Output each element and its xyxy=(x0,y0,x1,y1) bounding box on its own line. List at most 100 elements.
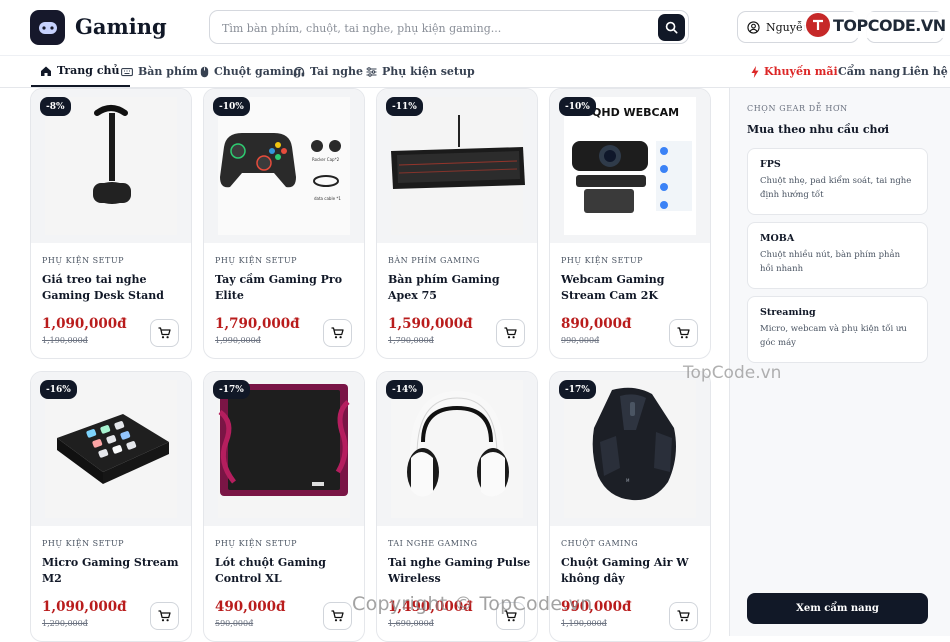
header: Gaming Nguyễn TOPCODE.VN xyxy=(0,0,950,56)
cart-icon xyxy=(504,327,517,339)
add-to-cart-button[interactable] xyxy=(150,602,179,630)
svg-text:M: M xyxy=(626,478,630,483)
discount-badge: -10% xyxy=(213,97,250,116)
product-category: PHỤ KIỆN SETUP xyxy=(561,256,643,265)
search-bar xyxy=(209,10,689,44)
nav-guide-label: Cẩm nang xyxy=(838,65,901,78)
product-price: 1,090,000đ xyxy=(42,316,127,332)
product-card[interactable]: -16% PHỤ KIỆN SETUP Micro Gaming Stream … xyxy=(30,371,192,642)
product-category: PHỤ KIỆN SETUP xyxy=(215,539,297,548)
product-title[interactable]: Tai nghe Gaming Pulse Wireless xyxy=(388,555,533,587)
product-price: 1,790,000đ xyxy=(215,316,300,332)
product-title[interactable]: Lót chuột Gaming Control XL xyxy=(215,555,360,587)
product-old-price: 990,000đ xyxy=(561,336,600,345)
playstyle-card-title: Streaming xyxy=(760,307,816,318)
playstyle-card-desc: Chuột nhẹ, pad kiểm soát, tai nghe định … xyxy=(760,176,912,200)
add-to-cart-button[interactable] xyxy=(323,602,352,630)
cart-icon xyxy=(158,327,171,339)
playstyle-card-desc: Micro, webcam và phụ kiện tối ưu góc máy xyxy=(760,324,907,348)
product-title[interactable]: Giá treo tai nghe Gaming Desk Stand xyxy=(42,272,187,304)
sliders-icon xyxy=(366,66,377,77)
playstyle-card-streaming[interactable]: Streaming Micro, webcam và phụ kiện tối … xyxy=(747,296,928,363)
gamepad-icon xyxy=(38,21,57,34)
product-category: PHỤ KIỆN SETUP xyxy=(215,256,297,265)
product-old-price: 1,990,000đ xyxy=(215,336,261,345)
cart-icon xyxy=(331,610,344,622)
product-price: 490,000đ xyxy=(215,599,286,615)
category-nav: Trang chủ Bàn phím Chuột gaming Tai nghe… xyxy=(0,56,950,88)
discount-badge: -17% xyxy=(213,380,250,399)
product-category: BÀN PHÍM GAMING xyxy=(388,256,480,265)
product-card[interactable]: -17% PHỤ KIỆN SETUP Lót chuột Gaming Con… xyxy=(203,371,365,642)
product-title[interactable]: Micro Gaming Stream M2 xyxy=(42,555,187,587)
playstyle-card-moba[interactable]: MOBA Chuột nhiều nút, bàn phím phản hồi … xyxy=(747,222,928,289)
add-to-cart-button[interactable] xyxy=(496,319,525,347)
search-input[interactable] xyxy=(222,18,642,38)
sidebar-title: Mua theo nhu cầu chơi xyxy=(747,123,890,136)
product-category: CHUỘT GAMING xyxy=(561,539,639,548)
product-old-price: 1,190,000đ xyxy=(42,336,88,345)
nav-keyboard-label: Bàn phím xyxy=(138,65,198,78)
discount-badge: -17% xyxy=(559,380,596,399)
view-guide-button[interactable]: Xem cẩm nang xyxy=(747,593,928,624)
search-button[interactable] xyxy=(658,14,685,41)
nav-promotion[interactable]: Khuyến mãi xyxy=(751,56,838,87)
watermark-mid: TopCode.vn xyxy=(683,363,782,383)
nav-headphones[interactable]: Tai nghe xyxy=(293,56,363,87)
cart-icon xyxy=(677,610,690,622)
playstyle-card-desc: Chuột nhiều nút, bàn phím phản hồi nhanh xyxy=(760,250,901,274)
product-card[interactable]: -11% BÀN PHÍM GAMING Bàn phím Gaming Ape… xyxy=(376,88,538,359)
discount-badge: -10% xyxy=(559,97,596,116)
brand-logo[interactable] xyxy=(30,10,65,45)
product-title[interactable]: Webcam Gaming Stream Cam 2K xyxy=(561,272,706,304)
nav-home-label: Trang chủ xyxy=(57,64,120,77)
headphones-icon xyxy=(293,66,305,77)
nav-home[interactable]: Trang chủ xyxy=(31,56,130,87)
gamepad-image-label-2: data cable *1 xyxy=(314,196,341,201)
add-to-cart-button[interactable] xyxy=(150,319,179,347)
playstyle-card-title: FPS xyxy=(760,159,781,170)
watermark-top-text: TOPCODE.VN xyxy=(833,15,946,35)
cart-icon xyxy=(677,327,690,339)
product-card[interactable]: Rocker Cap*2 data cable *1 -10% PHỤ KIỆN… xyxy=(203,88,365,359)
sidebar: CHỌN GEAR DỄ HƠN Mua theo nhu cầu chơi F… xyxy=(729,88,950,636)
add-to-cart-button[interactable] xyxy=(669,319,698,347)
nav-mouse-label: Chuột gaming xyxy=(214,65,302,78)
nav-contact[interactable]: Liên hệ xyxy=(902,56,948,87)
search-icon xyxy=(665,21,678,34)
nav-headphones-label: Tai nghe xyxy=(310,65,363,78)
product-old-price: 1,290,000đ xyxy=(42,619,88,628)
nav-setup[interactable]: Phụ kiện setup xyxy=(366,56,475,87)
nav-keyboard[interactable]: Bàn phím xyxy=(121,56,198,87)
cart-icon xyxy=(331,327,344,339)
watermark-copyright: Copyright © TopCode.vn xyxy=(352,593,593,615)
watermark-logo: TOPCODE.VN xyxy=(803,12,949,38)
product-card[interactable]: -8% PHỤ KIỆN SETUP Giá treo tai nghe Gam… xyxy=(30,88,192,359)
product-title[interactable]: Chuột Gaming Air W không dây xyxy=(561,555,706,587)
keyboard-icon xyxy=(121,67,133,76)
playstyle-card-fps[interactable]: FPS Chuột nhẹ, pad kiểm soát, tai nghe đ… xyxy=(747,148,928,215)
product-price: 1,090,000đ xyxy=(42,599,127,615)
product-category: PHỤ KIỆN SETUP xyxy=(42,539,124,548)
product-old-price: 590,000đ xyxy=(215,619,254,628)
nav-setup-label: Phụ kiện setup xyxy=(382,65,475,78)
playstyle-card-title: MOBA xyxy=(760,233,795,244)
discount-badge: -16% xyxy=(40,380,77,399)
gamepad-image-label-1: Rocker Cap*2 xyxy=(312,157,340,162)
nav-guide[interactable]: Cẩm nang xyxy=(838,56,900,87)
discount-badge: -11% xyxy=(386,97,423,116)
sidebar-eyebrow: CHỌN GEAR DỄ HƠN xyxy=(747,104,848,113)
discount-badge: -8% xyxy=(40,97,71,116)
add-to-cart-button[interactable] xyxy=(323,319,352,347)
brand-name[interactable]: Gaming xyxy=(75,14,167,39)
product-price: 890,000đ xyxy=(561,316,632,332)
cart-icon xyxy=(158,610,171,622)
nav-mouse[interactable]: Chuột gaming xyxy=(200,56,301,87)
product-category: PHỤ KIỆN SETUP xyxy=(42,256,124,265)
product-card[interactable]: 2K QHD WEBCAM -10% PHỤ KIỆN SETUP Webcam… xyxy=(549,88,711,359)
product-title[interactable]: Bàn phím Gaming Apex 75 xyxy=(388,272,533,304)
add-to-cart-button[interactable] xyxy=(669,602,698,630)
discount-badge: -14% xyxy=(386,380,423,399)
product-old-price: 1,690,000đ xyxy=(388,619,434,628)
product-title[interactable]: Tay cầm Gaming Pro Elite xyxy=(215,272,360,304)
